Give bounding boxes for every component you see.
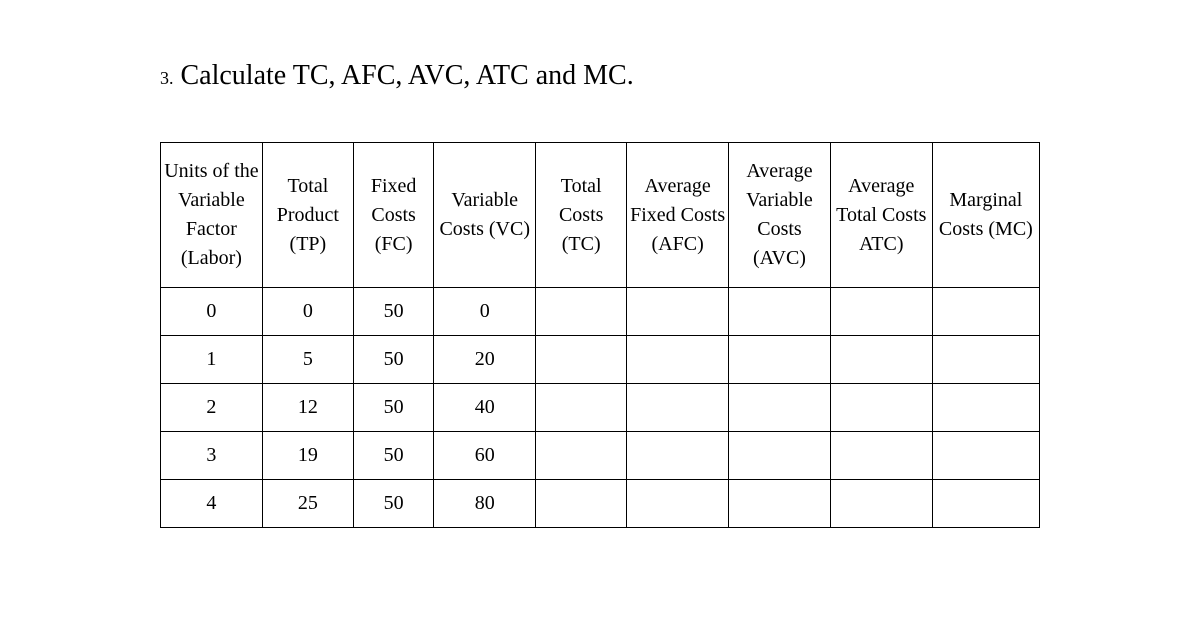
- cell-tp: 0: [262, 288, 353, 336]
- cell-atc: [830, 384, 932, 432]
- header-avc: Average Variable Costs (AVC): [729, 143, 831, 288]
- cell-afc: [627, 480, 729, 528]
- cell-avc: [729, 288, 831, 336]
- cell-tp: 19: [262, 432, 353, 480]
- cell-labor: 4: [161, 480, 263, 528]
- cell-fc: 50: [353, 384, 433, 432]
- cell-atc: [830, 336, 932, 384]
- cell-atc: [830, 432, 932, 480]
- cell-tc: [536, 480, 627, 528]
- table-row: 155020: [161, 336, 1040, 384]
- header-fc: Fixed Costs (FC): [353, 143, 433, 288]
- header-afc: Average Fixed Costs (AFC): [627, 143, 729, 288]
- header-tc: Total Costs (TC): [536, 143, 627, 288]
- header-atc: Average Total Costs ATC): [830, 143, 932, 288]
- cell-tc: [536, 288, 627, 336]
- cell-tp: 12: [262, 384, 353, 432]
- cell-labor: 3: [161, 432, 263, 480]
- cell-vc: 20: [434, 336, 536, 384]
- cell-tc: [536, 336, 627, 384]
- cost-table: Units of the Variable Factor (Labor) Tot…: [160, 142, 1040, 528]
- header-labor: Units of the Variable Factor (Labor): [161, 143, 263, 288]
- cell-afc: [627, 288, 729, 336]
- cell-labor: 0: [161, 288, 263, 336]
- cell-afc: [627, 384, 729, 432]
- cell-fc: 50: [353, 480, 433, 528]
- cell-tc: [536, 384, 627, 432]
- cell-afc: [627, 432, 729, 480]
- cell-afc: [627, 336, 729, 384]
- question-number: 3.: [160, 68, 174, 88]
- cell-mc: [932, 384, 1039, 432]
- cell-tc: [536, 432, 627, 480]
- table-row: 00500: [161, 288, 1040, 336]
- cell-vc: 80: [434, 480, 536, 528]
- cell-tp: 5: [262, 336, 353, 384]
- header-tp: Total Product (TP): [262, 143, 353, 288]
- cell-fc: 50: [353, 288, 433, 336]
- cell-atc: [830, 288, 932, 336]
- table-header-row: Units of the Variable Factor (Labor) Tot…: [161, 143, 1040, 288]
- cell-vc: 0: [434, 288, 536, 336]
- cell-mc: [932, 336, 1039, 384]
- cell-mc: [932, 288, 1039, 336]
- table-row: 3195060: [161, 432, 1040, 480]
- cell-vc: 40: [434, 384, 536, 432]
- cell-avc: [729, 336, 831, 384]
- cell-avc: [729, 480, 831, 528]
- cell-fc: 50: [353, 336, 433, 384]
- header-mc: Marginal Costs (MC): [932, 143, 1039, 288]
- header-vc: Variable Costs (VC): [434, 143, 536, 288]
- cell-fc: 50: [353, 432, 433, 480]
- question-text: Calculate TC, AFC, AVC, ATC and MC.: [181, 60, 634, 91]
- table-row: 4255080: [161, 480, 1040, 528]
- cell-labor: 2: [161, 384, 263, 432]
- cell-avc: [729, 432, 831, 480]
- cell-atc: [830, 480, 932, 528]
- cell-tp: 25: [262, 480, 353, 528]
- cell-vc: 60: [434, 432, 536, 480]
- cell-mc: [932, 480, 1039, 528]
- cell-avc: [729, 384, 831, 432]
- table-row: 2125040: [161, 384, 1040, 432]
- cell-labor: 1: [161, 336, 263, 384]
- cell-mc: [932, 432, 1039, 480]
- question-title: 3. Calculate TC, AFC, AVC, ATC and MC.: [160, 60, 1040, 92]
